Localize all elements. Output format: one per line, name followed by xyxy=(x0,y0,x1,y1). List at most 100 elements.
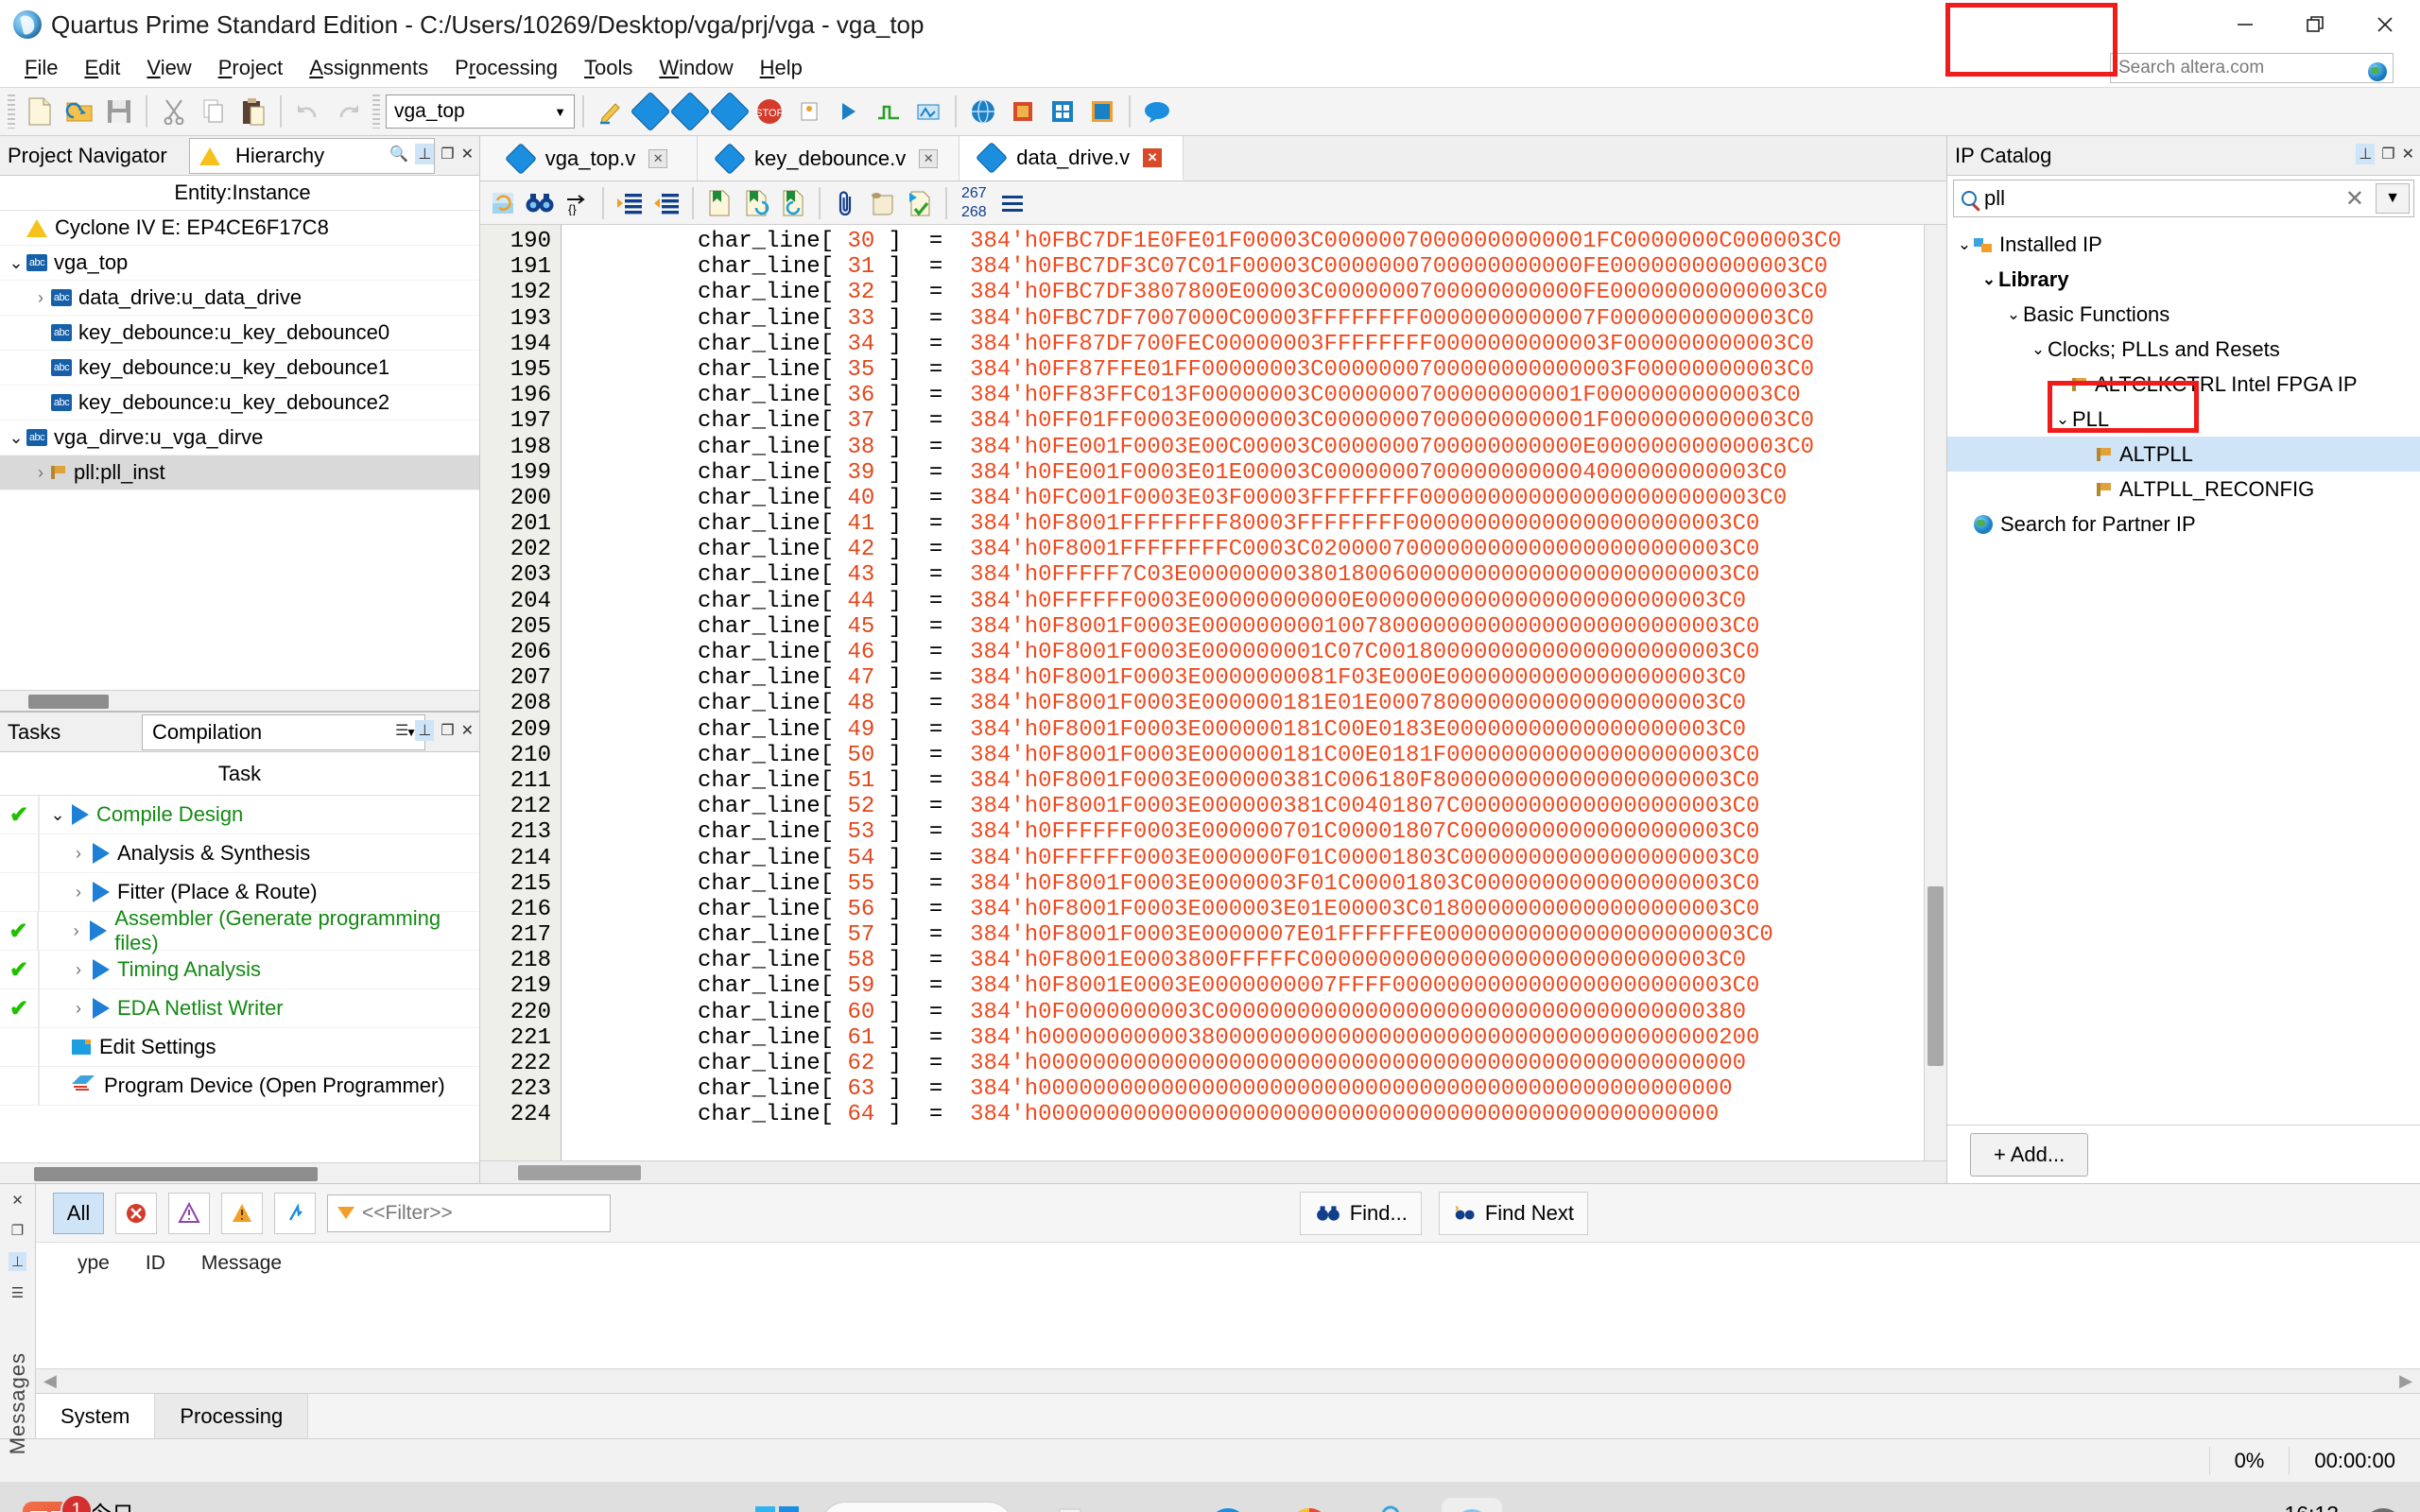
menu-project[interactable]: Project xyxy=(205,53,296,83)
new-file-icon[interactable] xyxy=(21,93,59,130)
code-text[interactable]: char_line[ 30 ] = 384'h0FBC7DF1E0FE01F00… xyxy=(562,225,1946,1160)
scroll-right-arrow-icon[interactable]: ▶ xyxy=(2399,1371,2412,1391)
find-binoculars-icon[interactable] xyxy=(523,186,557,220)
menu-file[interactable]: File xyxy=(11,53,71,83)
taskbar-search-button[interactable]: 搜索 xyxy=(820,1502,1014,1512)
ip-tree-item[interactable]: ⌄ PLL xyxy=(1947,402,2420,437)
ip-tree-item[interactable]: ⌄ Clocks; PLLs and Resets xyxy=(1947,332,2420,367)
chevron-down-icon[interactable]: ⌄ xyxy=(2053,410,2072,429)
close-icon[interactable]: ✕ xyxy=(648,148,668,168)
find-next-button[interactable]: Find Next xyxy=(1438,1191,1588,1235)
task-row[interactable]: ✔ ⌄ Compile Design xyxy=(0,795,479,834)
chevron-right-icon[interactable]: › xyxy=(66,921,86,941)
scroll-thumb[interactable] xyxy=(1927,886,1944,1066)
modelsim-icon[interactable] xyxy=(1523,1498,1583,1512)
timing-analyzer-icon[interactable] xyxy=(909,93,947,130)
chevron-down-icon[interactable]: ⌄ xyxy=(2004,305,2023,324)
scroll-left-arrow-icon[interactable]: ◀ xyxy=(43,1371,57,1391)
ip-tree-item[interactable]: ALTPLL_RECONFIG xyxy=(1947,472,2420,507)
nav-tree-item[interactable]: abc key_debounce:u_key_debounce0 xyxy=(0,316,479,351)
taskbar-news-widget[interactable]: 1 今日 热点 xyxy=(0,1494,718,1512)
play-icon[interactable] xyxy=(93,959,110,980)
menu-tools[interactable]: Tools xyxy=(571,53,646,83)
file-explorer-icon[interactable] xyxy=(1116,1498,1177,1512)
nav-tree-item[interactable]: Cyclone IV E: EP4CE6F17C8 xyxy=(0,211,479,246)
ip-tree-item[interactable]: Search for Partner IP xyxy=(1947,507,2420,541)
ip-catalog-tree[interactable]: ⌄ Installed IP ⌄ Library ⌄ Basic Functions ⌄ Cl… xyxy=(1947,217,2420,1125)
copy-icon[interactable] xyxy=(195,93,233,130)
list-icon[interactable]: ☰ xyxy=(395,721,408,740)
microsoft-edge-icon[interactable] xyxy=(1198,1498,1258,1512)
microsoft-store-icon[interactable] xyxy=(1360,1498,1421,1512)
pin-icon[interactable]: ⊥ xyxy=(8,1252,27,1271)
ip-tree-item[interactable]: ⌄ Basic Functions xyxy=(1947,297,2420,332)
netlist-viewer-icon[interactable] xyxy=(1083,93,1121,130)
pin-icon[interactable] xyxy=(790,93,828,130)
undock-icon[interactable]: ❐ xyxy=(2381,145,2394,163)
nav-tree-item[interactable]: abc key_debounce:u_key_debounce1 xyxy=(0,351,479,386)
cut-icon[interactable] xyxy=(155,93,193,130)
pin-planner-icon[interactable] xyxy=(1044,93,1081,130)
line-toggle-icon[interactable] xyxy=(995,186,1029,220)
attach-paperclip-icon[interactable] xyxy=(829,186,863,220)
chevron-right-icon[interactable]: › xyxy=(68,999,89,1019)
chevron-right-icon[interactable]: › xyxy=(30,463,51,483)
find-button[interactable]: Find... xyxy=(1299,1191,1422,1235)
pin-icon[interactable]: ⊥ xyxy=(415,144,435,164)
chevron-right-icon[interactable]: › xyxy=(68,960,89,980)
chevron-down-icon[interactable]: ⌄ xyxy=(2029,340,2048,359)
programmer-icon[interactable] xyxy=(830,93,868,130)
messages-tab[interactable]: Processing xyxy=(155,1394,309,1438)
bookmark-next-icon[interactable] xyxy=(739,186,773,220)
google-chrome-icon[interactable] xyxy=(1279,1498,1340,1512)
play-icon[interactable] xyxy=(72,804,89,825)
flow-selector[interactable]: Compilation ▼ xyxy=(142,714,425,750)
globe-blue-icon[interactable] xyxy=(964,93,1002,130)
scroll-thumb[interactable] xyxy=(28,695,109,709)
scroll-thumb[interactable] xyxy=(34,1167,318,1181)
menu-processing[interactable]: Processing xyxy=(441,53,571,83)
increase-indent-icon[interactable] xyxy=(613,186,647,220)
play-icon[interactable] xyxy=(90,920,108,941)
play-icon[interactable] xyxy=(93,882,110,902)
undock-icon[interactable]: ❐ xyxy=(441,721,454,740)
task-row[interactable]: ✔ › EDA Netlist Writer xyxy=(0,988,479,1028)
chevron-down-icon[interactable]: ⌄ xyxy=(47,805,68,825)
nav-tree-item[interactable]: ⌄ abc vga_dirve:u_vga_dirve xyxy=(0,421,479,455)
nav-tree-item[interactable]: › pll:pll_inst xyxy=(0,455,479,490)
edit-pencil-icon[interactable] xyxy=(592,93,630,130)
signal-tap-icon[interactable] xyxy=(870,93,908,130)
menu-assignments[interactable]: Assignments xyxy=(296,53,441,83)
close-icon[interactable]: ✕ xyxy=(461,145,474,163)
tasks-horizontal-scrollbar[interactable] xyxy=(0,1162,479,1183)
search-icon[interactable]: 🔍 xyxy=(389,145,408,163)
menu-view[interactable]: View xyxy=(133,53,204,83)
editor-tab[interactable]: data_drive.v ✕ xyxy=(959,136,1184,180)
message-filter-input[interactable]: <<Filter>> xyxy=(327,1194,611,1232)
close-icon[interactable]: ✕ xyxy=(461,721,474,740)
bookmark-prev-icon[interactable] xyxy=(776,186,810,220)
pin-icon[interactable]: ⊥ xyxy=(2356,144,2376,164)
magic-wand-icon[interactable] xyxy=(1604,1498,1665,1512)
chevron-right-icon[interactable]: › xyxy=(68,883,89,902)
code-horizontal-scrollbar[interactable] xyxy=(480,1160,1946,1183)
close-icon[interactable]: ✕ xyxy=(919,148,939,168)
editor-tab[interactable]: key_debounce.v ✕ xyxy=(698,136,960,180)
chevron-down-icon[interactable]: ⌄ xyxy=(6,253,26,273)
undock-icon[interactable]: ❐ xyxy=(441,145,454,163)
undo-icon[interactable] xyxy=(289,93,327,130)
tasks-tree[interactable]: Task ✔ ⌄ Compile Design › Analysis & Synthes… xyxy=(0,752,479,1162)
search-options-icon[interactable]: ▼ xyxy=(2376,183,2410,214)
analysis-synthesis-icon[interactable] xyxy=(630,91,671,132)
entity-combobox[interactable]: vga_top ▼ xyxy=(386,94,575,129)
ip-tree-item[interactable]: ALTCLKCTRL Intel FPGA IP xyxy=(1947,367,2420,402)
filter-warning-button[interactable] xyxy=(221,1192,263,1234)
undock-icon[interactable]: ❐ xyxy=(11,1222,24,1239)
stop-icon[interactable]: STOP xyxy=(751,93,788,130)
play-icon[interactable] xyxy=(93,843,110,864)
bookmark-add-icon[interactable] xyxy=(702,186,736,220)
windows-start-icon[interactable] xyxy=(755,1506,799,1512)
list-icon[interactable]: ☰ xyxy=(11,1284,24,1301)
messages-tab[interactable]: System xyxy=(36,1394,156,1438)
scroll-thumb[interactable] xyxy=(518,1165,641,1180)
